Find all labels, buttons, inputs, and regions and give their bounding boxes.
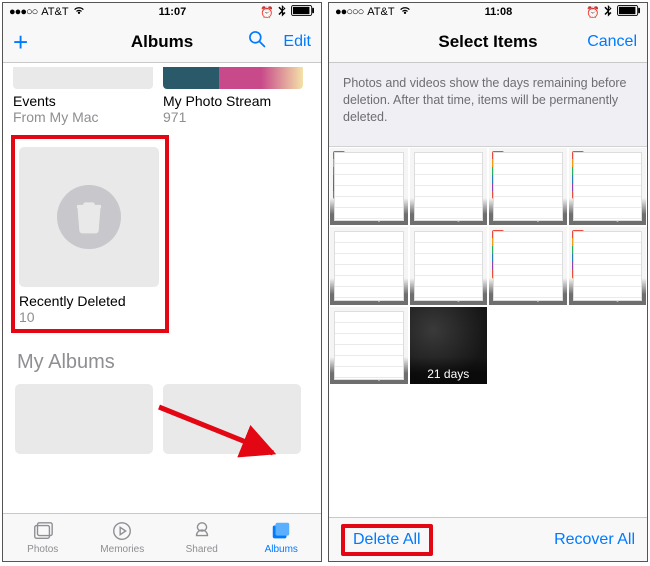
- days-remaining: 23 days: [569, 278, 647, 305]
- tab-albums[interactable]: Albums: [242, 514, 322, 561]
- search-icon[interactable]: [247, 29, 267, 54]
- album-photostream[interactable]: My Photo Stream 971: [163, 67, 303, 125]
- photo-thumb[interactable]: 23 days: [569, 227, 647, 305]
- battery-icon: [291, 5, 315, 19]
- photos-icon: [31, 520, 55, 542]
- clock: 11:08: [485, 6, 513, 18]
- signal-dots: [9, 6, 37, 18]
- battery-icon: [617, 5, 641, 19]
- phone-select-items: AT&T 11:08 ⏰ Select Items Cancel Photos …: [328, 2, 648, 562]
- alarm-icon: ⏰: [260, 6, 274, 19]
- delete-all-button[interactable]: Delete All: [353, 531, 421, 548]
- recently-deleted-album[interactable]: Recently Deleted 10: [19, 147, 161, 325]
- toolbar: Delete All Recover All: [329, 517, 647, 561]
- recently-deleted-thumb: [19, 147, 159, 287]
- wifi-icon: [399, 5, 411, 20]
- signal-dots: [335, 6, 363, 18]
- days-remaining: 23 days: [489, 278, 567, 305]
- cancel-button[interactable]: Cancel: [587, 33, 637, 51]
- album-subtitle: From My Mac: [13, 109, 153, 125]
- album-thumb: [163, 67, 303, 89]
- delete-all-highlight: Delete All: [341, 524, 433, 556]
- tab-label: Photos: [27, 544, 58, 555]
- photo-thumb[interactable]: 23 days: [410, 148, 488, 226]
- album-title: Events: [13, 93, 153, 109]
- tab-memories[interactable]: Memories: [83, 514, 163, 561]
- album-subtitle: 971: [163, 109, 303, 125]
- days-remaining: 23 days: [330, 278, 408, 305]
- add-button[interactable]: +: [13, 29, 28, 55]
- photo-thumb[interactable]: 23 days: [410, 227, 488, 305]
- days-remaining: 23 days: [489, 198, 567, 225]
- days-remaining: 23 days: [569, 198, 647, 225]
- album-events[interactable]: Events From My Mac: [13, 67, 153, 125]
- phone-albums: AT&T 11:07 ⏰ + Albums Edit: [2, 2, 322, 562]
- recover-all-button[interactable]: Recover All: [554, 531, 635, 549]
- clock: 11:07: [159, 6, 187, 18]
- carrier-label: AT&T: [41, 6, 68, 18]
- nav-bar: + Albums Edit: [3, 21, 321, 63]
- album-placeholder[interactable]: [15, 384, 153, 454]
- photo-thumb[interactable]: 23 days: [330, 227, 408, 305]
- days-remaining: 23 days: [410, 278, 488, 305]
- content-area: Events From My Mac My Photo Stream 971 R…: [3, 63, 321, 513]
- days-remaining: 23 days: [330, 357, 408, 384]
- bluetooth-icon: [278, 5, 287, 20]
- recently-deleted-highlight: Recently Deleted 10: [11, 135, 169, 333]
- status-bar: AT&T 11:08 ⏰: [329, 3, 647, 21]
- edit-button[interactable]: Edit: [283, 33, 311, 51]
- photo-thumb[interactable]: 23 days: [489, 148, 567, 226]
- bluetooth-icon: [604, 5, 613, 20]
- tab-bar: Photos Memories Shared Albums: [3, 513, 321, 561]
- photo-thumb[interactable]: 23 days: [330, 148, 408, 226]
- tab-photos[interactable]: Photos: [3, 514, 83, 561]
- album-thumb: [13, 67, 153, 89]
- tab-label: Albums: [265, 544, 298, 555]
- content-area: Photos and videos show the days remainin…: [329, 63, 647, 517]
- status-bar: AT&T 11:07 ⏰: [3, 3, 321, 21]
- album-placeholder[interactable]: [163, 384, 301, 454]
- trash-icon: [74, 200, 104, 234]
- album-title: My Photo Stream: [163, 93, 303, 109]
- photo-grid: 23 days 23 days 23 days 23 days 23 days …: [329, 147, 647, 386]
- tab-label: Shared: [186, 544, 218, 555]
- photo-thumb[interactable]: 23 days: [330, 307, 408, 385]
- tab-label: Memories: [100, 544, 144, 555]
- memories-icon: [110, 520, 134, 542]
- photo-thumb[interactable]: 23 days: [569, 148, 647, 226]
- photo-thumb[interactable]: 21 days: [410, 307, 488, 385]
- info-banner: Photos and videos show the days remainin…: [329, 63, 647, 147]
- album-count: 10: [19, 309, 161, 325]
- photo-thumb[interactable]: 23 days: [489, 227, 567, 305]
- alarm-icon: ⏰: [586, 6, 600, 19]
- days-remaining: 23 days: [330, 198, 408, 225]
- wifi-icon: [73, 5, 85, 20]
- albums-icon: [269, 520, 293, 542]
- my-albums-row: [3, 384, 321, 454]
- nav-bar: Select Items Cancel: [329, 21, 647, 63]
- carrier-label: AT&T: [367, 6, 394, 18]
- section-my-albums: My Albums: [3, 333, 321, 384]
- days-remaining: 21 days: [410, 357, 488, 384]
- album-title: Recently Deleted: [19, 293, 161, 309]
- shared-icon: [190, 520, 214, 542]
- tab-shared[interactable]: Shared: [162, 514, 242, 561]
- days-remaining: 23 days: [410, 198, 488, 225]
